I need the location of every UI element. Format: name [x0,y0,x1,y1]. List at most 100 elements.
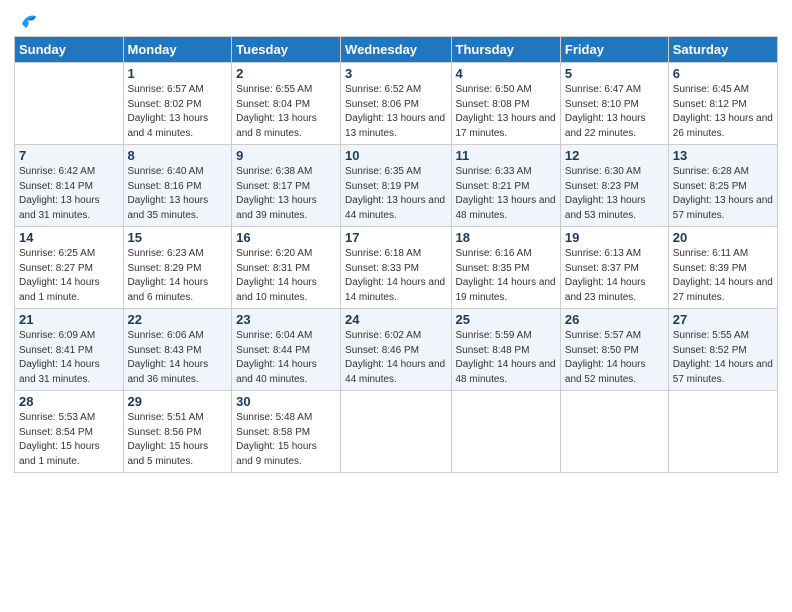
day-number: 22 [128,312,228,327]
calendar-cell: 21 Sunrise: 6:09 AMSunset: 8:41 PMDaylig… [15,309,124,391]
calendar-cell [15,63,124,145]
calendar-cell: 23 Sunrise: 6:04 AMSunset: 8:44 PMDaylig… [232,309,341,391]
day-number: 30 [236,394,336,409]
day-number: 18 [456,230,556,245]
day-number: 3 [345,66,446,81]
calendar-cell [451,391,560,473]
calendar-cell: 15 Sunrise: 6:23 AMSunset: 8:29 PMDaylig… [123,227,232,309]
day-number: 11 [456,148,556,163]
day-number: 14 [19,230,119,245]
calendar-week-row: 28 Sunrise: 5:53 AMSunset: 8:54 PMDaylig… [15,391,778,473]
calendar-cell: 19 Sunrise: 6:13 AMSunset: 8:37 PMDaylig… [560,227,668,309]
calendar-cell: 17 Sunrise: 6:18 AMSunset: 8:33 PMDaylig… [341,227,451,309]
weekday-header-sunday: Sunday [15,37,124,63]
header [14,10,778,30]
calendar-cell [341,391,451,473]
calendar-week-row: 1 Sunrise: 6:57 AMSunset: 8:02 PMDayligh… [15,63,778,145]
day-info: Sunrise: 6:30 AMSunset: 8:23 PMDaylight:… [565,165,664,223]
day-number: 1 [128,66,228,81]
calendar-cell: 7 Sunrise: 6:42 AMSunset: 8:14 PMDayligh… [15,145,124,227]
calendar-cell: 16 Sunrise: 6:20 AMSunset: 8:31 PMDaylig… [232,227,341,309]
day-info: Sunrise: 6:45 AMSunset: 8:12 PMDaylight:… [673,83,773,141]
calendar-cell: 30 Sunrise: 5:48 AMSunset: 8:58 PMDaylig… [232,391,341,473]
day-number: 21 [19,312,119,327]
calendar-cell: 1 Sunrise: 6:57 AMSunset: 8:02 PMDayligh… [123,63,232,145]
calendar-cell: 4 Sunrise: 6:50 AMSunset: 8:08 PMDayligh… [451,63,560,145]
day-number: 10 [345,148,446,163]
calendar-week-row: 14 Sunrise: 6:25 AMSunset: 8:27 PMDaylig… [15,227,778,309]
calendar-cell: 5 Sunrise: 6:47 AMSunset: 8:10 PMDayligh… [560,63,668,145]
day-number: 6 [673,66,773,81]
day-info: Sunrise: 5:57 AMSunset: 8:50 PMDaylight:… [565,329,664,387]
day-number: 19 [565,230,664,245]
day-info: Sunrise: 5:59 AMSunset: 8:48 PMDaylight:… [456,329,556,387]
calendar-cell: 24 Sunrise: 6:02 AMSunset: 8:46 PMDaylig… [341,309,451,391]
day-info: Sunrise: 6:04 AMSunset: 8:44 PMDaylight:… [236,329,336,387]
day-info: Sunrise: 5:53 AMSunset: 8:54 PMDaylight:… [19,411,119,469]
day-number: 16 [236,230,336,245]
day-number: 9 [236,148,336,163]
weekday-header-saturday: Saturday [668,37,777,63]
day-info: Sunrise: 6:13 AMSunset: 8:37 PMDaylight:… [565,247,664,305]
calendar-cell: 29 Sunrise: 5:51 AMSunset: 8:56 PMDaylig… [123,391,232,473]
day-info: Sunrise: 5:55 AMSunset: 8:52 PMDaylight:… [673,329,773,387]
calendar-cell [560,391,668,473]
weekday-header-tuesday: Tuesday [232,37,341,63]
calendar-cell: 20 Sunrise: 6:11 AMSunset: 8:39 PMDaylig… [668,227,777,309]
calendar-week-row: 21 Sunrise: 6:09 AMSunset: 8:41 PMDaylig… [15,309,778,391]
weekday-header-thursday: Thursday [451,37,560,63]
page: SundayMondayTuesdayWednesdayThursdayFrid… [0,0,792,612]
day-info: Sunrise: 6:33 AMSunset: 8:21 PMDaylight:… [456,165,556,223]
day-info: Sunrise: 6:38 AMSunset: 8:17 PMDaylight:… [236,165,336,223]
calendar-cell: 22 Sunrise: 6:06 AMSunset: 8:43 PMDaylig… [123,309,232,391]
day-info: Sunrise: 6:18 AMSunset: 8:33 PMDaylight:… [345,247,446,305]
logo [14,10,40,30]
weekday-header-wednesday: Wednesday [341,37,451,63]
day-number: 2 [236,66,336,81]
calendar-cell: 11 Sunrise: 6:33 AMSunset: 8:21 PMDaylig… [451,145,560,227]
day-number: 15 [128,230,228,245]
day-info: Sunrise: 6:25 AMSunset: 8:27 PMDaylight:… [19,247,119,305]
calendar-cell [668,391,777,473]
day-info: Sunrise: 6:28 AMSunset: 8:25 PMDaylight:… [673,165,773,223]
day-info: Sunrise: 6:52 AMSunset: 8:06 PMDaylight:… [345,83,446,141]
calendar-cell: 3 Sunrise: 6:52 AMSunset: 8:06 PMDayligh… [341,63,451,145]
day-info: Sunrise: 6:23 AMSunset: 8:29 PMDaylight:… [128,247,228,305]
day-number: 27 [673,312,773,327]
day-info: Sunrise: 6:57 AMSunset: 8:02 PMDaylight:… [128,83,228,141]
day-number: 8 [128,148,228,163]
day-number: 24 [345,312,446,327]
day-info: Sunrise: 6:16 AMSunset: 8:35 PMDaylight:… [456,247,556,305]
day-info: Sunrise: 6:20 AMSunset: 8:31 PMDaylight:… [236,247,336,305]
calendar-cell: 12 Sunrise: 6:30 AMSunset: 8:23 PMDaylig… [560,145,668,227]
day-info: Sunrise: 6:42 AMSunset: 8:14 PMDaylight:… [19,165,119,223]
day-info: Sunrise: 6:55 AMSunset: 8:04 PMDaylight:… [236,83,336,141]
calendar-cell: 2 Sunrise: 6:55 AMSunset: 8:04 PMDayligh… [232,63,341,145]
day-number: 12 [565,148,664,163]
day-info: Sunrise: 6:50 AMSunset: 8:08 PMDaylight:… [456,83,556,141]
calendar-table: SundayMondayTuesdayWednesdayThursdayFrid… [14,36,778,473]
day-info: Sunrise: 6:47 AMSunset: 8:10 PMDaylight:… [565,83,664,141]
calendar-cell: 28 Sunrise: 5:53 AMSunset: 8:54 PMDaylig… [15,391,124,473]
calendar-cell: 9 Sunrise: 6:38 AMSunset: 8:17 PMDayligh… [232,145,341,227]
calendar-header-row: SundayMondayTuesdayWednesdayThursdayFrid… [15,37,778,63]
day-info: Sunrise: 6:40 AMSunset: 8:16 PMDaylight:… [128,165,228,223]
day-number: 7 [19,148,119,163]
day-info: Sunrise: 6:09 AMSunset: 8:41 PMDaylight:… [19,329,119,387]
day-number: 28 [19,394,119,409]
day-number: 26 [565,312,664,327]
day-number: 13 [673,148,773,163]
calendar-week-row: 7 Sunrise: 6:42 AMSunset: 8:14 PMDayligh… [15,145,778,227]
calendar-cell: 14 Sunrise: 6:25 AMSunset: 8:27 PMDaylig… [15,227,124,309]
day-info: Sunrise: 5:48 AMSunset: 8:58 PMDaylight:… [236,411,336,469]
calendar-cell: 8 Sunrise: 6:40 AMSunset: 8:16 PMDayligh… [123,145,232,227]
day-info: Sunrise: 6:11 AMSunset: 8:39 PMDaylight:… [673,247,773,305]
day-number: 29 [128,394,228,409]
weekday-header-friday: Friday [560,37,668,63]
day-number: 23 [236,312,336,327]
calendar-cell: 25 Sunrise: 5:59 AMSunset: 8:48 PMDaylig… [451,309,560,391]
day-number: 20 [673,230,773,245]
calendar-cell: 27 Sunrise: 5:55 AMSunset: 8:52 PMDaylig… [668,309,777,391]
day-number: 17 [345,230,446,245]
day-info: Sunrise: 6:35 AMSunset: 8:19 PMDaylight:… [345,165,446,223]
